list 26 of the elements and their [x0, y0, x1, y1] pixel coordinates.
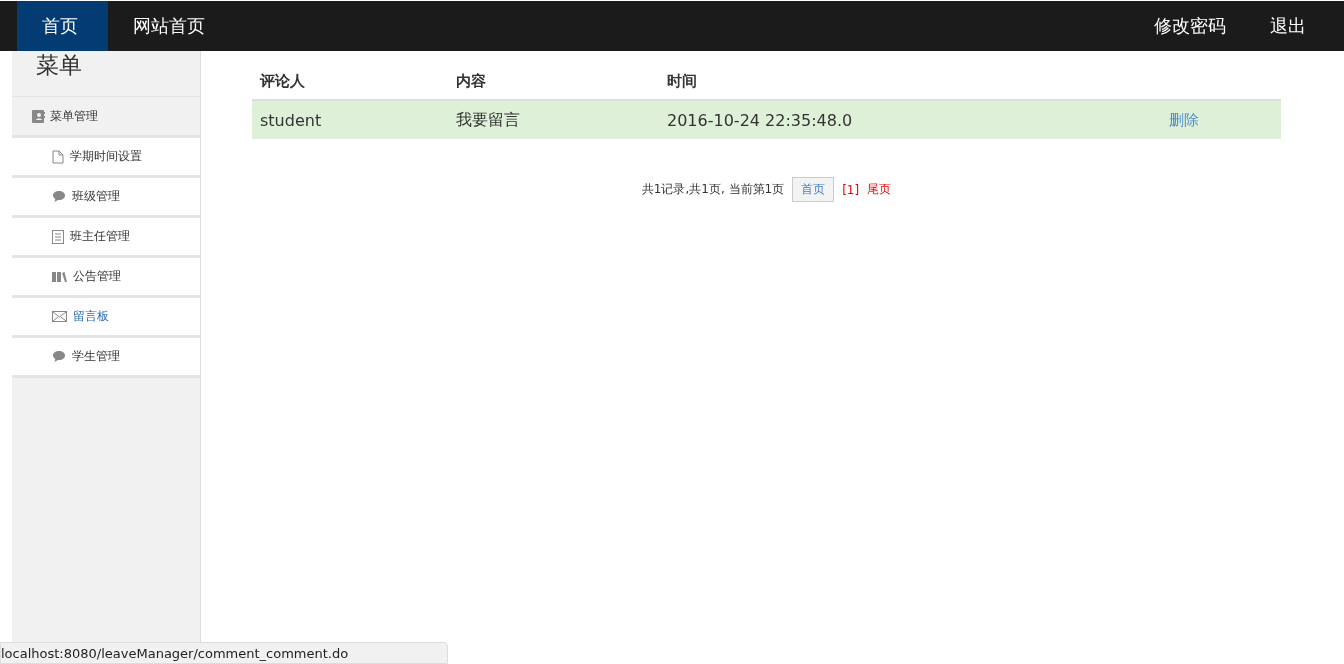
- sidebar-item[interactable]: 公告管理: [12, 258, 200, 298]
- status-bar: localhost:8080/leaveManager/comment_comment.do: [0, 642, 448, 664]
- speech-bubble-icon: [52, 190, 66, 203]
- books-icon: [52, 271, 67, 282]
- table-cell: 我要留言: [448, 100, 659, 139]
- contact-book-icon: [32, 109, 45, 123]
- sidebar-item[interactable]: 班主任管理: [12, 218, 200, 258]
- nav-link[interactable]: 网站首页: [108, 1, 235, 51]
- table-cell: 2016-10-24 22:35:48.0: [659, 100, 1161, 139]
- table-cell: student: [252, 100, 448, 139]
- last-page-link[interactable]: 尾页: [867, 181, 892, 198]
- document-icon: [52, 149, 64, 164]
- sidebar-item[interactable]: 学生管理: [12, 338, 200, 378]
- sidebar-item[interactable]: 学期时间设置: [12, 138, 200, 178]
- page-link[interactable]: [1]: [842, 182, 860, 197]
- sidebar-title: 菜单: [12, 51, 200, 97]
- nav-link[interactable]: 退出: [1270, 14, 1306, 38]
- nav-link[interactable]: 首页: [17, 1, 108, 51]
- speech-bubble-icon: [52, 350, 66, 363]
- list-icon: [52, 229, 64, 244]
- sidebar-item[interactable]: 留言板: [12, 298, 200, 338]
- sidebar-item[interactable]: 班级管理: [12, 178, 200, 218]
- first-page-button[interactable]: 首页: [792, 177, 835, 202]
- envelope-icon: [52, 311, 67, 322]
- nav-link[interactable]: 修改密码: [1154, 14, 1226, 38]
- pagination-summary: 共1记录,共1页, 当前第1页: [641, 181, 785, 198]
